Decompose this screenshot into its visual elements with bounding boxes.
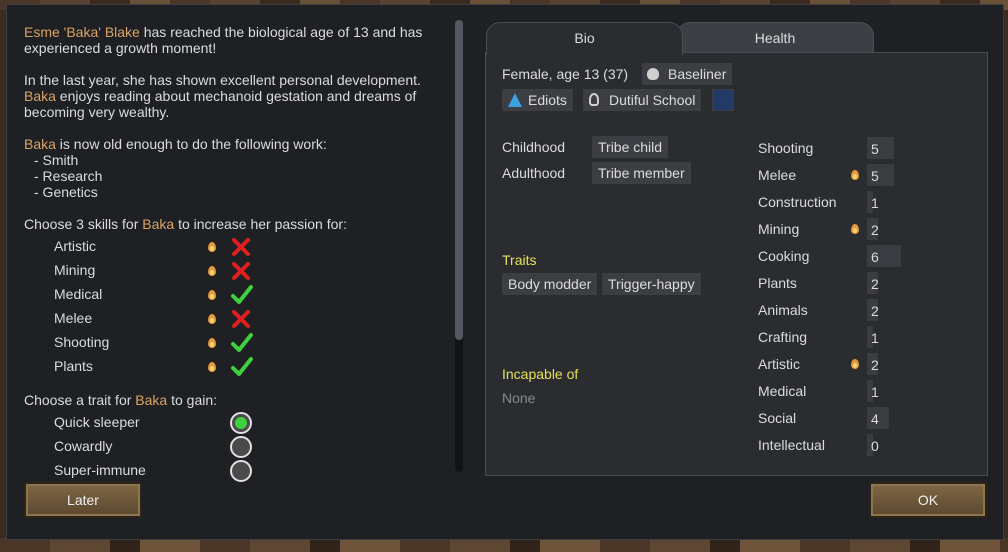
adulthood-backstory[interactable]: Tribe member (592, 162, 691, 184)
passion-skill-row[interactable]: Plants (24, 356, 444, 382)
passion-skill-name: Plants (54, 358, 93, 374)
passion-skill-name: Medical (54, 286, 103, 302)
passion-skill-row[interactable]: Medical (24, 284, 444, 310)
faction-icon (508, 93, 522, 107)
skill-level-bar[interactable]: 4 (867, 407, 889, 429)
passion-flame-icon (208, 242, 216, 252)
skill-level-bar[interactable]: 0 (867, 434, 879, 456)
skill-name: Animals (758, 302, 808, 318)
passion-flame-icon (851, 170, 859, 180)
skill-name: Medical (758, 383, 807, 399)
passion-flame-icon (851, 359, 859, 369)
skull-icon (647, 68, 659, 80)
ok-button[interactable]: OK (869, 482, 987, 518)
skill-name: Melee (758, 167, 797, 183)
radio-button[interactable] (230, 460, 252, 482)
skill-level-bar[interactable]: 2 (867, 218, 879, 240)
radio-button[interactable] (230, 436, 252, 458)
pawn-summary: Female, age 13 (37) (502, 66, 629, 82)
xenotype-chip[interactable]: Baseliner (642, 63, 733, 85)
traits-label: Traits (502, 252, 537, 268)
skill-level-bar[interactable]: 1 (867, 326, 879, 348)
passion-flame-icon (208, 314, 216, 324)
incapable-value: None (502, 390, 536, 406)
faction-chip[interactable]: Ediots (502, 89, 573, 111)
trait-option-list: Quick sleeper Cowardly Super-immune (24, 412, 444, 484)
skill-name: Intellectual (758, 437, 825, 453)
skill-name: Construction (758, 194, 837, 210)
scrollbar-thumb[interactable] (455, 20, 463, 340)
skill-level-bar[interactable]: 5 (867, 164, 894, 186)
passion-flame-icon (208, 338, 216, 348)
passion-skill-row[interactable]: Mining (24, 262, 444, 286)
passion-skill-row[interactable]: Artistic (24, 238, 444, 262)
work-item: - Research (34, 168, 103, 184)
skill-name: Artistic (758, 356, 800, 372)
message-scrollbar[interactable] (455, 20, 463, 472)
ideoligion-chip[interactable]: Dutiful School (583, 89, 702, 111)
work-paragraph: Baka is now old enough to do the followi… (24, 136, 327, 200)
growth-message-panel: Esme 'Baka' Blake has reached the biolog… (24, 24, 444, 484)
cross-icon[interactable] (230, 308, 252, 330)
passion-skill-name: Artistic (54, 238, 96, 254)
favorite-color-swatch (712, 89, 734, 111)
skill-name: Cooking (758, 248, 810, 264)
trait-option-row[interactable]: Super-immune (24, 460, 444, 484)
passion-flame-icon (208, 362, 216, 372)
checkmark-icon[interactable] (230, 332, 253, 354)
trait-option-row[interactable]: Quick sleeper (24, 412, 444, 438)
passion-flame-icon (208, 266, 216, 276)
skill-name: Shooting (758, 140, 814, 156)
cross-icon[interactable] (230, 260, 252, 282)
childhood-backstory[interactable]: Tribe child (592, 136, 669, 158)
trait-option-name: Cowardly (54, 438, 113, 454)
work-item: - Genetics (34, 184, 98, 200)
bio-panel (485, 52, 988, 476)
cross-icon[interactable] (230, 236, 252, 258)
skill-level-bar[interactable]: 2 (867, 299, 879, 321)
skill-level-bar[interactable]: 1 (867, 191, 879, 213)
passion-skill-name: Mining (54, 262, 96, 278)
passion-flame-icon (208, 290, 216, 300)
skill-level-bar[interactable]: 6 (867, 245, 901, 267)
passion-skill-name: Melee (54, 310, 93, 326)
skill-level-bar[interactable]: 2 (867, 272, 879, 294)
childhood-label: Childhood (502, 139, 566, 155)
tab-health[interactable]: Health (676, 22, 874, 54)
trait-option-name: Super-immune (54, 462, 146, 478)
passion-skill-list: Artistic Mining Medical Melee Shooting Plants (24, 238, 444, 382)
intro-paragraph: Esme 'Baka' Blake has reached the biolog… (24, 24, 423, 56)
tab-bio[interactable]: Bio (486, 22, 683, 55)
skill-name: Crafting (758, 329, 808, 345)
passion-skill-name: Shooting (54, 334, 110, 350)
later-button[interactable]: Later (24, 482, 142, 518)
adulthood-label: Adulthood (502, 165, 566, 181)
skill-level-bar[interactable]: 2 (867, 353, 879, 375)
trait-chip[interactable]: Trigger-happy (602, 273, 701, 295)
skill-name: Plants (758, 275, 797, 291)
pawn-name: Esme 'Baka' Blake (24, 24, 140, 40)
skill-name: Mining (758, 221, 800, 237)
checkmark-icon[interactable] (230, 356, 253, 378)
trait-option-name: Quick sleeper (54, 414, 140, 430)
background-bottom (0, 538, 1008, 552)
skill-level-bar[interactable]: 1 (867, 380, 879, 402)
skill-name: Social (758, 410, 797, 426)
passion-flame-icon (851, 224, 859, 234)
passion-skill-row[interactable]: Melee (24, 310, 444, 334)
radio-button[interactable] (230, 412, 252, 434)
trait-prompt: Choose a trait for Baka to gain: (24, 392, 218, 408)
passion-prompt: Choose 3 skills for Baka to increase her… (24, 216, 347, 232)
trait-option-row[interactable]: Cowardly (24, 436, 444, 462)
work-item: - Smith (34, 152, 79, 168)
skill-level-bar[interactable]: 5 (867, 137, 894, 159)
ideoligion-icon (589, 93, 599, 106)
development-paragraph: In the last year, she has shown excellen… (24, 72, 421, 120)
incapable-label: Incapable of (502, 366, 579, 382)
checkmark-icon[interactable] (230, 284, 253, 306)
passion-skill-row[interactable]: Shooting (24, 332, 444, 358)
trait-chip[interactable]: Body modder (502, 273, 598, 295)
